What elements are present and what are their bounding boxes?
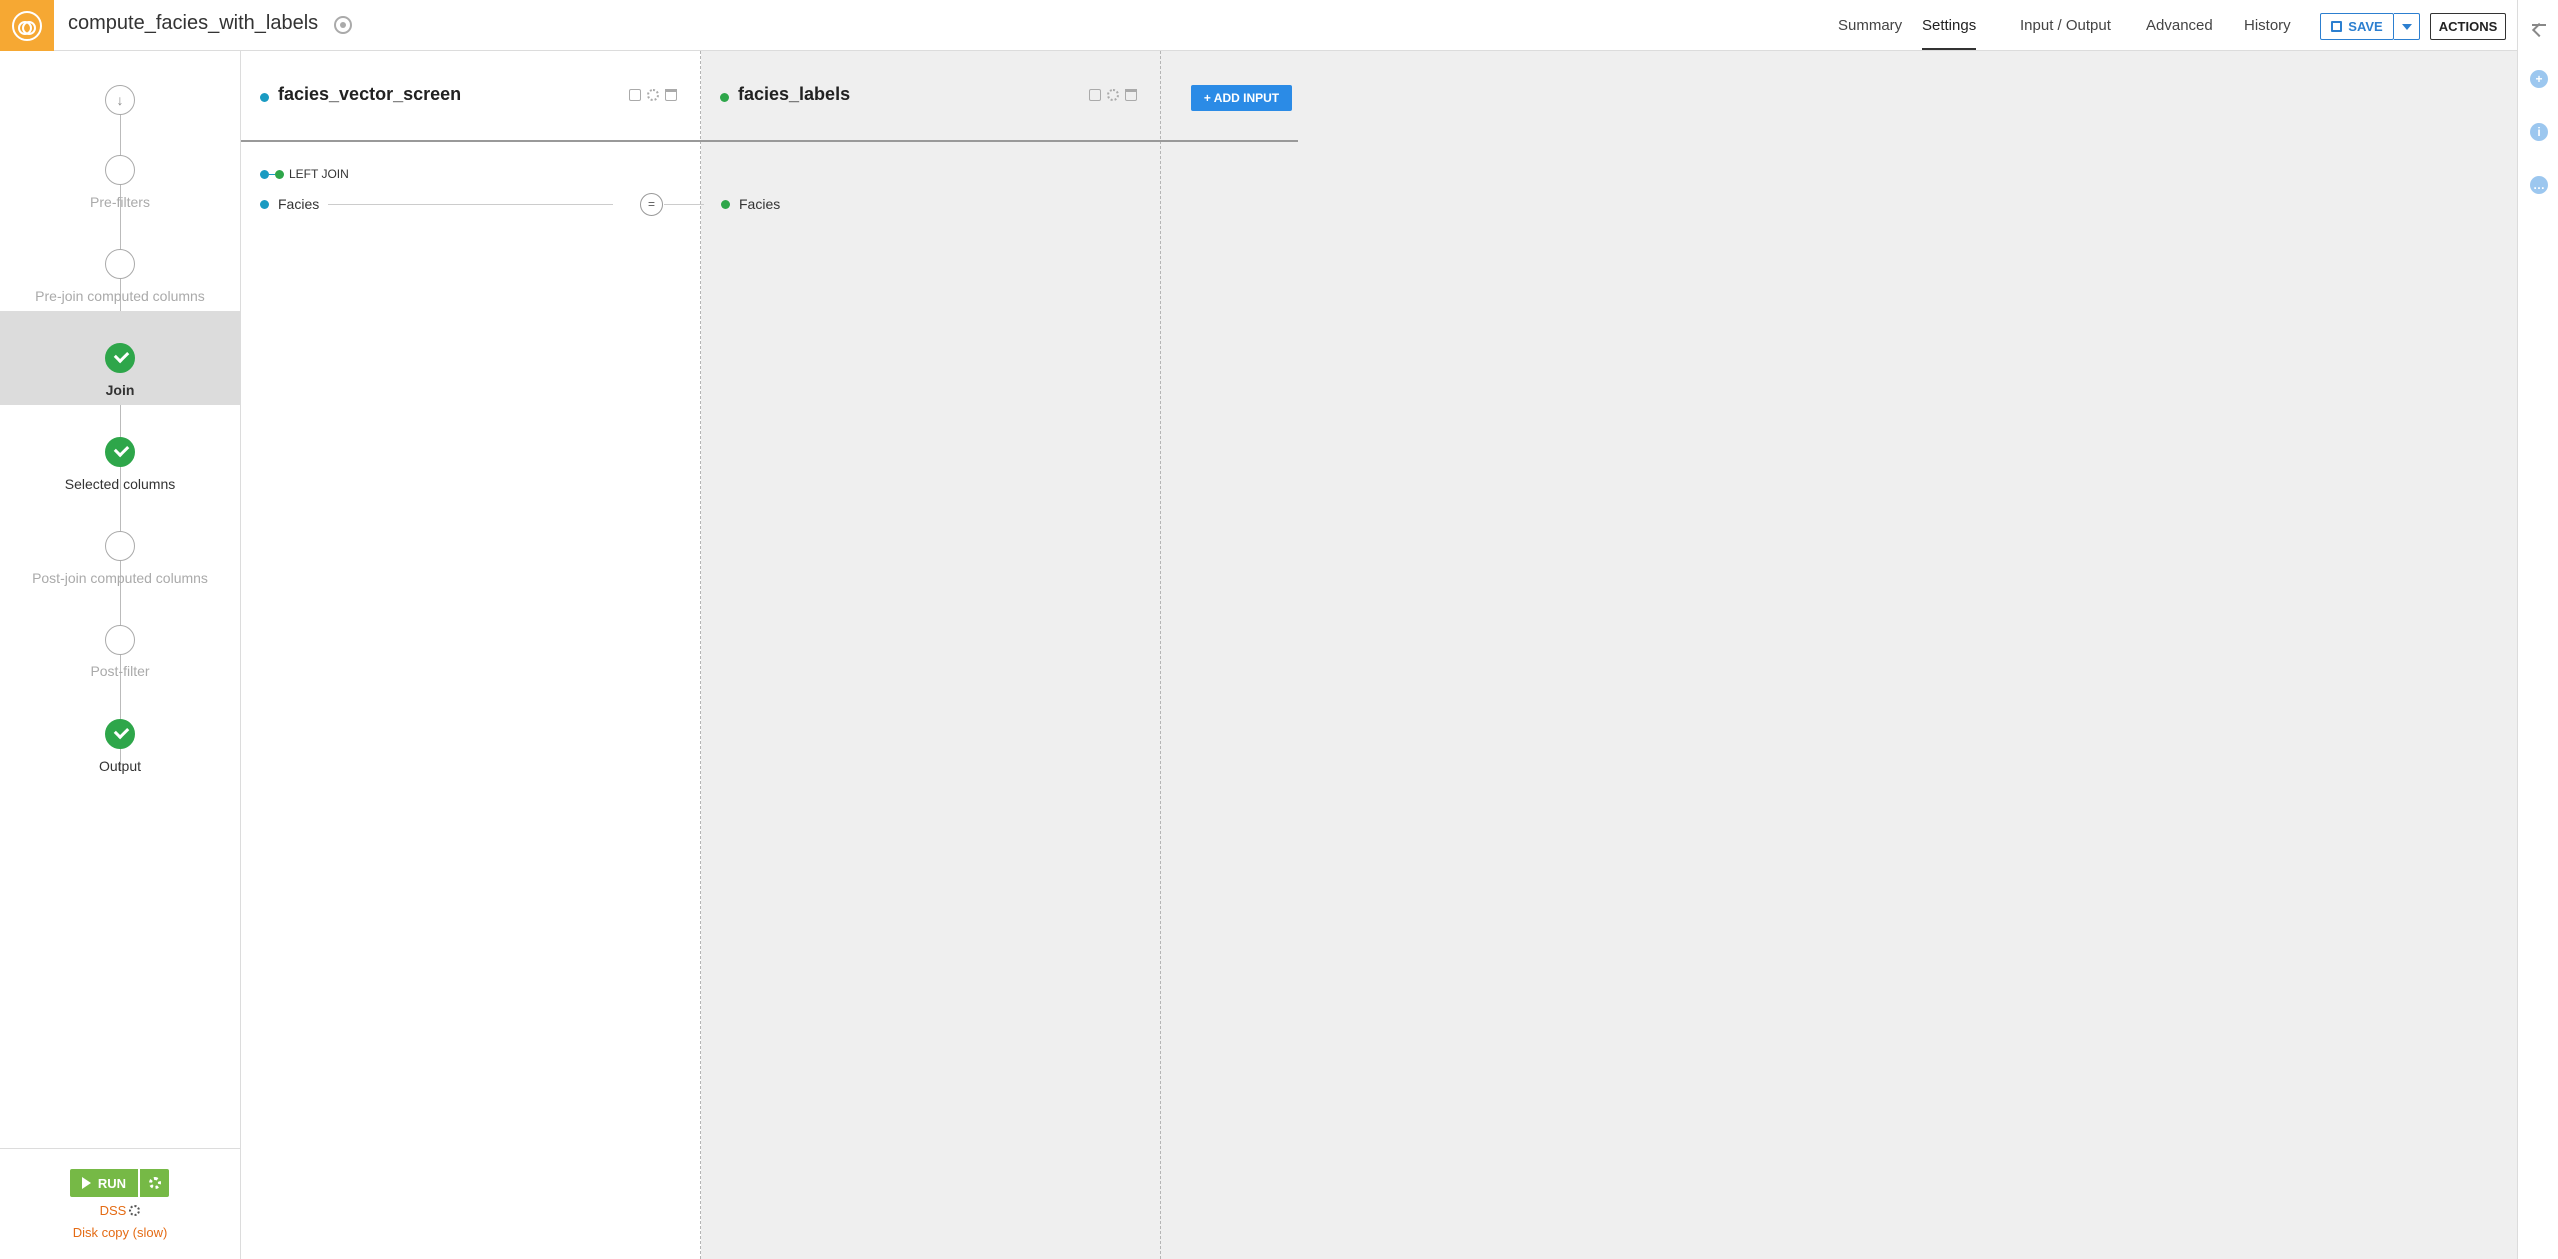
right-rail: + i … bbox=[2517, 0, 2558, 1259]
step-pre-join-computed-columns[interactable]: Pre-join computed columns bbox=[0, 217, 240, 311]
input-arrow-icon[interactable]: ↓ bbox=[105, 85, 135, 115]
run-settings-button[interactable] bbox=[140, 1169, 169, 1197]
run-button-label: RUN bbox=[97, 1175, 127, 1191]
save-button-label: SAVE bbox=[2348, 19, 2383, 34]
check-circle-icon bbox=[105, 437, 135, 467]
join-canvas: facies_vector_screen LEFT JOIN Facies = … bbox=[241, 51, 2517, 1259]
condition-connector-line bbox=[664, 204, 704, 205]
join-rings-icon bbox=[12, 10, 42, 41]
plus-circle-icon[interactable]: + bbox=[2530, 70, 2548, 88]
join-recipe-logo-icon[interactable] bbox=[0, 0, 54, 51]
engine-selector[interactable]: DSS bbox=[0, 1203, 240, 1218]
right-dataset-column: facies_labels bbox=[701, 51, 1161, 1259]
info-circle-icon[interactable]: i bbox=[2530, 123, 2548, 141]
condition-left-column[interactable]: Facies bbox=[260, 196, 319, 212]
engine-mode[interactable]: Disk copy (slow) bbox=[0, 1225, 240, 1240]
check-circle-icon bbox=[105, 719, 135, 749]
step-label: Selected columns bbox=[64, 476, 176, 492]
top-header: compute_facies_with_labels Summary Setti… bbox=[0, 0, 2558, 51]
collapse-arrow-icon[interactable] bbox=[2530, 16, 2548, 34]
caret-down-icon bbox=[2401, 23, 2412, 30]
chat-bubble-icon[interactable]: … bbox=[2530, 176, 2548, 194]
step-output[interactable]: Output bbox=[0, 687, 240, 781]
step-post-join-computed-columns[interactable]: Post-join computed columns bbox=[0, 499, 240, 593]
run-button[interactable]: RUN bbox=[70, 1169, 138, 1197]
cogs-icon bbox=[129, 1205, 141, 1216]
table-icon[interactable] bbox=[629, 89, 641, 101]
step-join[interactable]: Join bbox=[0, 311, 240, 405]
condition-right-column[interactable]: Facies bbox=[721, 196, 780, 212]
engine-name: DSS bbox=[99, 1203, 127, 1218]
add-input-button[interactable]: + ADD INPUT bbox=[1191, 85, 1292, 111]
right-join-dot-icon bbox=[275, 169, 284, 179]
trash-icon[interactable] bbox=[1125, 89, 1137, 101]
trash-icon[interactable] bbox=[665, 89, 677, 101]
recipe-info-icon[interactable] bbox=[334, 16, 352, 34]
step-label: Post-filter bbox=[90, 663, 150, 679]
dataset-header-divider bbox=[241, 140, 1298, 142]
tab-settings[interactable]: Settings bbox=[1922, 0, 1977, 50]
step-empty-circle-icon bbox=[105, 155, 135, 185]
gear-icon bbox=[148, 1177, 161, 1189]
join-type-selector[interactable]: LEFT JOIN bbox=[260, 167, 349, 181]
floppy-disk-icon bbox=[2331, 21, 2343, 32]
right-dataset-name[interactable]: facies_labels bbox=[738, 84, 850, 105]
condition-operator[interactable]: = bbox=[640, 193, 663, 216]
gear-icon[interactable] bbox=[1107, 89, 1119, 101]
right-column-name: Facies bbox=[739, 196, 781, 212]
step-label: Output bbox=[98, 758, 142, 774]
step-empty-circle-icon bbox=[105, 531, 135, 561]
save-options-dropdown[interactable] bbox=[2394, 13, 2420, 40]
left-dataset-name[interactable]: facies_vector_screen bbox=[278, 84, 461, 105]
tab-input-output[interactable]: Input / Output bbox=[2020, 0, 2111, 51]
step-pre-filters[interactable]: Pre-filters bbox=[0, 123, 240, 217]
step-empty-circle-icon bbox=[105, 625, 135, 655]
step-selected-columns[interactable]: Selected columns bbox=[0, 405, 240, 499]
right-dataset-dot-icon bbox=[721, 199, 730, 209]
step-label: Post-join computed columns bbox=[32, 570, 208, 586]
step-label: Pre-join computed columns bbox=[35, 288, 205, 304]
check-circle-icon bbox=[105, 343, 135, 373]
right-dataset-actions bbox=[1089, 89, 1137, 101]
left-column-name: Facies bbox=[278, 196, 320, 212]
play-icon bbox=[81, 1177, 91, 1189]
actions-button[interactable]: ACTIONS bbox=[2430, 13, 2506, 40]
step-label: Pre-filters bbox=[90, 194, 150, 210]
run-panel: RUN DSS Disk copy (slow) bbox=[0, 1148, 240, 1259]
step-label: Join bbox=[105, 382, 135, 398]
tab-summary[interactable]: Summary bbox=[1838, 0, 1902, 51]
left-join-dot-icon bbox=[260, 169, 269, 179]
recipe-title[interactable]: compute_facies_with_labels bbox=[68, 12, 318, 35]
join-type-label: LEFT JOIN bbox=[289, 167, 349, 181]
dataset-color-dot bbox=[260, 93, 269, 102]
condition-connector-line bbox=[328, 204, 613, 205]
dataset-color-dot bbox=[720, 93, 729, 102]
gear-icon[interactable] bbox=[647, 89, 659, 101]
recipe-steps-sidebar: ↓ Pre-filters Pre-join computed columns … bbox=[0, 51, 241, 1259]
tab-history[interactable]: History bbox=[2244, 0, 2291, 51]
tab-advanced[interactable]: Advanced bbox=[2146, 0, 2213, 51]
table-icon[interactable] bbox=[1089, 89, 1101, 101]
step-empty-circle-icon bbox=[105, 249, 135, 279]
right-dataset-header: facies_labels bbox=[701, 51, 1161, 141]
save-button[interactable]: SAVE bbox=[2320, 13, 2394, 40]
left-dataset-header: facies_vector_screen bbox=[241, 51, 701, 141]
step-post-filter[interactable]: Post-filter bbox=[0, 593, 240, 687]
left-dataset-actions bbox=[629, 89, 677, 101]
left-dataset-dot-icon bbox=[260, 199, 269, 209]
left-dataset-column: facies_vector_screen LEFT JOIN Facies = bbox=[241, 51, 704, 1259]
